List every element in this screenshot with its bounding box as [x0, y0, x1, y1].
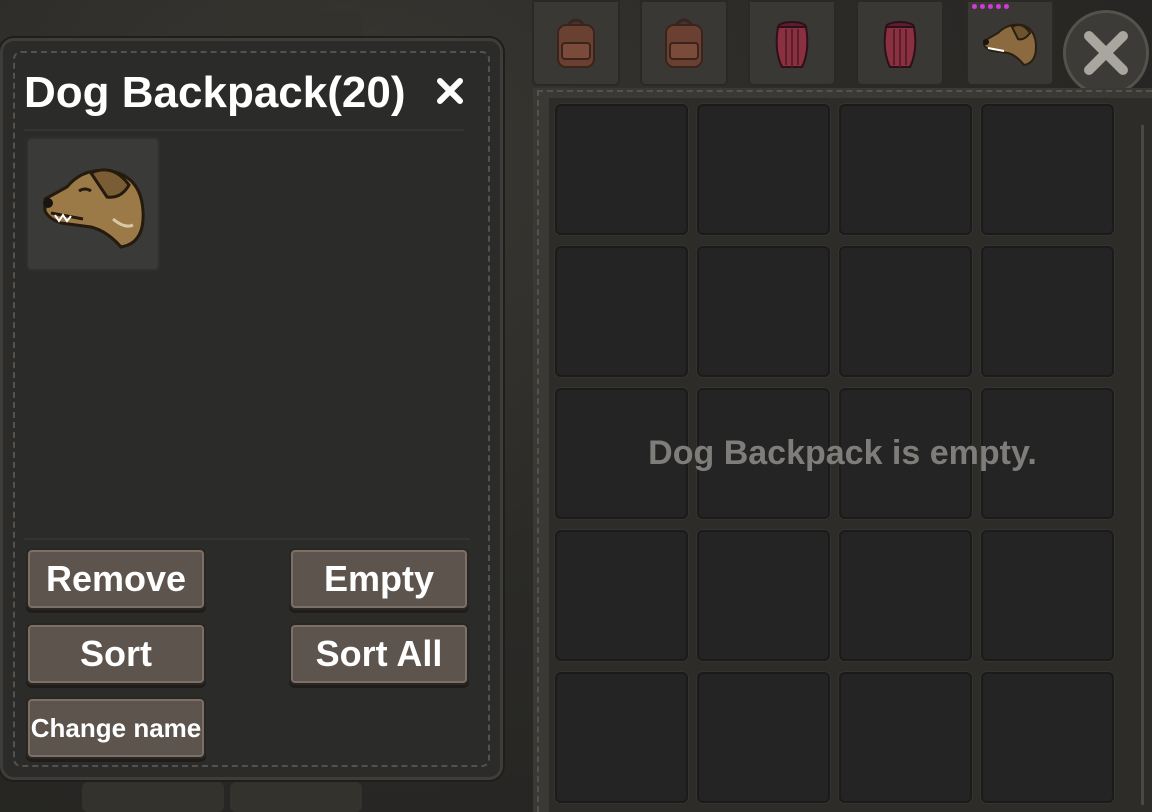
- basket-icon: [775, 21, 809, 68]
- backpack-icon: [557, 18, 595, 68]
- background-object: [82, 782, 224, 812]
- sort-button[interactable]: Sort: [26, 623, 206, 685]
- container-item-slot[interactable]: [26, 137, 160, 271]
- storage-slot[interactable]: [839, 530, 972, 661]
- empty-storage-message: Dog Backpack is empty.: [648, 434, 1037, 472]
- storage-slot[interactable]: [697, 530, 830, 661]
- container-title: Dog Backpack(20): [24, 68, 406, 117]
- tab-indicator-dots: [972, 4, 1009, 9]
- storage-slot[interactable]: [697, 104, 830, 235]
- bag-tab-dog-backpack[interactable]: [966, 0, 1054, 86]
- bag-tab-backpack-2[interactable]: [640, 0, 728, 86]
- storage-slot[interactable]: [697, 672, 830, 803]
- backpack-icon: [665, 18, 703, 68]
- storage-slot[interactable]: [555, 104, 688, 235]
- storage-slot[interactable]: [839, 672, 972, 803]
- remove-button[interactable]: Remove: [26, 548, 206, 610]
- panel-close-button[interactable]: [432, 73, 468, 109]
- storage-slot[interactable]: [697, 246, 830, 377]
- bag-tab-basket-1[interactable]: [748, 0, 836, 86]
- close-inventory-button[interactable]: [1063, 10, 1149, 96]
- empty-button[interactable]: Empty: [289, 548, 469, 610]
- dog-head-icon: [43, 168, 145, 249]
- divider: [24, 538, 470, 540]
- background-object: [230, 782, 362, 812]
- storage-slot[interactable]: [981, 104, 1114, 235]
- basket-icon: [883, 21, 917, 68]
- close-icon: [437, 78, 463, 104]
- storage-slot[interactable]: [839, 104, 972, 235]
- storage-slot[interactable]: [981, 530, 1114, 661]
- dog-head-icon: [983, 23, 1038, 67]
- sort-all-button[interactable]: Sort All: [289, 623, 469, 685]
- storage-slot[interactable]: [839, 246, 972, 377]
- bag-tab-backpack-1[interactable]: [532, 0, 620, 86]
- change-name-button[interactable]: Change name: [26, 697, 206, 759]
- storage-slot[interactable]: [981, 672, 1114, 803]
- divider: [24, 129, 464, 131]
- storage-slot[interactable]: [555, 246, 688, 377]
- storage-slot[interactable]: [981, 246, 1114, 377]
- storage-slot[interactable]: [555, 530, 688, 661]
- storage-slot[interactable]: [555, 672, 688, 803]
- close-icon: [1084, 31, 1128, 75]
- bag-tab-basket-2[interactable]: [856, 0, 944, 86]
